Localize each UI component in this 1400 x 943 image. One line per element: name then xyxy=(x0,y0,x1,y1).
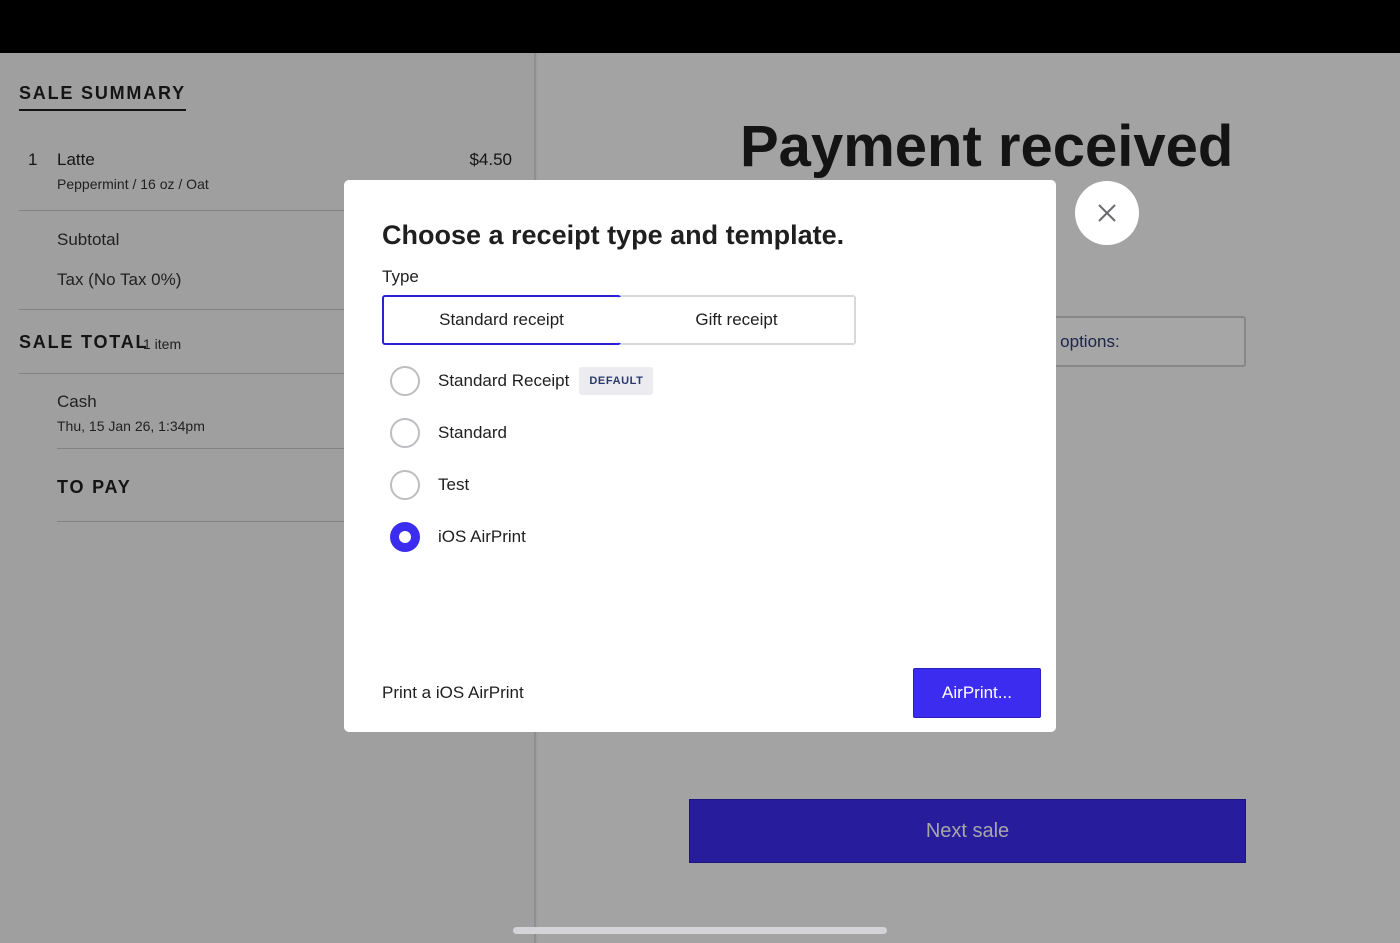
template-option-standard[interactable]: Standard xyxy=(390,417,507,449)
close-button[interactable] xyxy=(1075,181,1139,245)
receipt-type-toggle: Standard receipt Gift receipt xyxy=(382,295,856,345)
airprint-button[interactable]: AirPrint... xyxy=(913,668,1041,718)
radio-dot xyxy=(399,531,411,543)
close-icon xyxy=(1098,204,1116,222)
template-label: Standard xyxy=(438,423,507,442)
radio-button[interactable] xyxy=(390,418,420,448)
radio-button-selected[interactable] xyxy=(390,522,420,552)
template-option-standard-receipt[interactable]: Standard Receipt DEFAULT xyxy=(390,365,654,397)
tab-standard-receipt[interactable]: Standard receipt xyxy=(382,295,621,345)
status-bar xyxy=(0,0,1400,53)
receipt-modal: Choose a receipt type and template. Type… xyxy=(344,180,1056,732)
template-label: Standard Receipt xyxy=(438,371,570,390)
radio-button[interactable] xyxy=(390,366,420,396)
print-description: Print a iOS AirPrint xyxy=(382,683,524,702)
template-label: iOS AirPrint xyxy=(438,527,526,546)
template-option-ios-airprint[interactable]: iOS AirPrint xyxy=(390,521,526,553)
tab-gift-receipt[interactable]: Gift receipt xyxy=(619,297,854,343)
template-label: Test xyxy=(438,475,470,494)
type-label: Type xyxy=(382,267,419,286)
home-indicator[interactable] xyxy=(513,927,887,934)
radio-button[interactable] xyxy=(390,470,420,500)
default-badge: DEFAULT xyxy=(579,367,654,395)
modal-title: Choose a receipt type and template. xyxy=(382,220,845,250)
template-option-test[interactable]: Test xyxy=(390,469,469,501)
